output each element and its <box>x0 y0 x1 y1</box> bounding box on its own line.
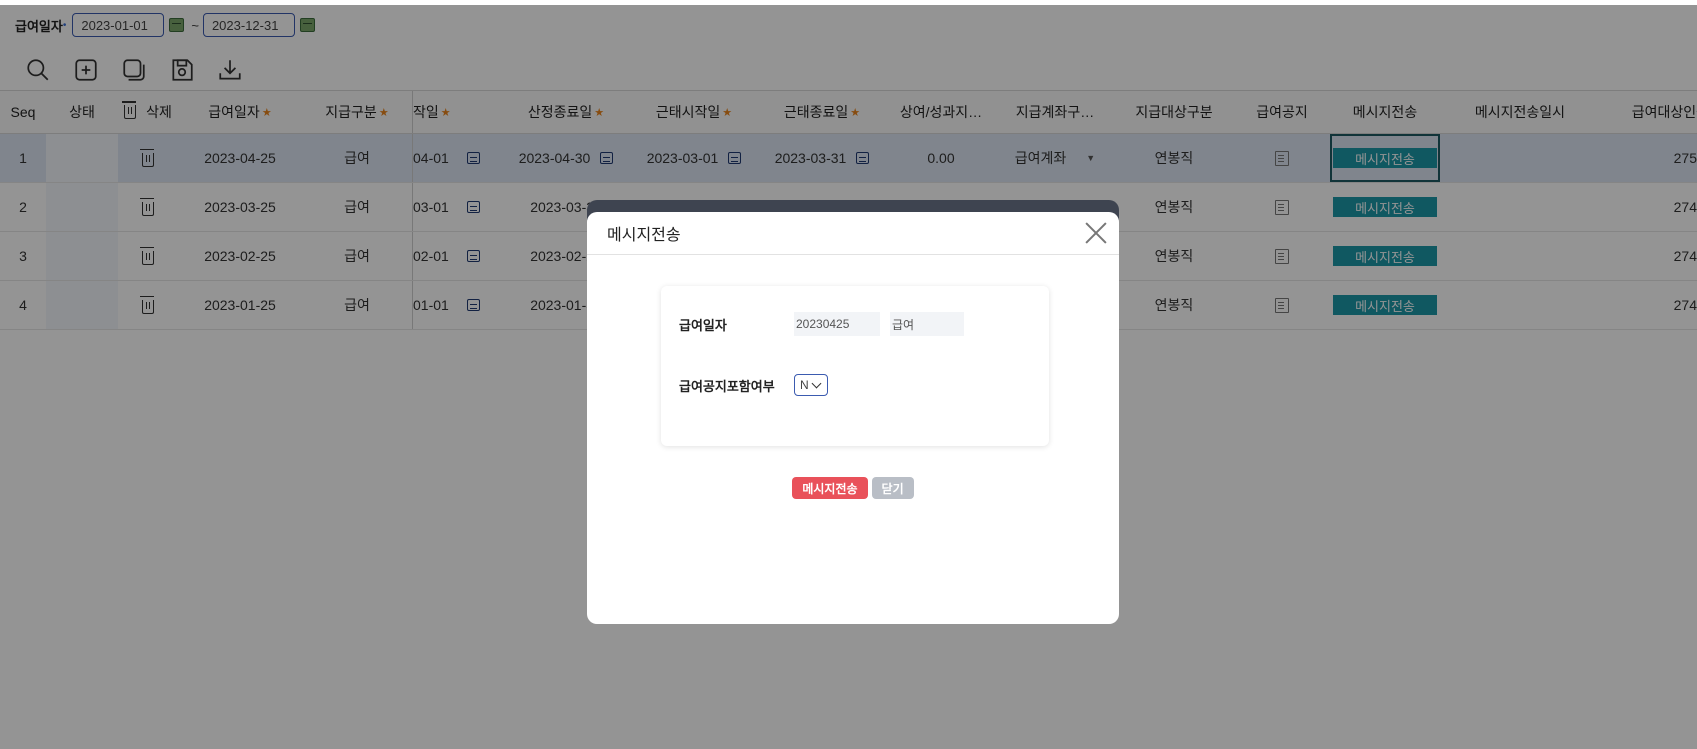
close-icon[interactable] <box>1085 222 1107 244</box>
send-message-button[interactable]: 메시지전송 <box>792 477 868 499</box>
include-notice-label: 급여공지포함여부 <box>679 378 775 394</box>
pay-date-row: 급여일자 20230425 급여 <box>679 312 964 336</box>
pay-type-field: 급여 <box>890 312 964 336</box>
close-button[interactable]: 닫기 <box>871 477 914 499</box>
include-notice-value: N <box>800 378 809 392</box>
pay-date-field: 20230425 <box>794 312 880 336</box>
include-notice-select[interactable]: N <box>794 374 828 396</box>
chevron-down-icon <box>811 378 822 388</box>
dialog-actions: 메시지전송 닫기 <box>587 477 1119 499</box>
pay-date-label: 급여일자 <box>679 317 727 333</box>
include-notice-row: 급여공지포함여부 N <box>679 374 828 396</box>
dialog-title: 메시지전송 <box>607 227 681 244</box>
message-send-dialog: 메시지전송 급여일자 20230425 급여 급여공지포함여부 N 메시지전송 … <box>587 212 1119 624</box>
dialog-form-card: 급여일자 20230425 급여 급여공지포함여부 N <box>661 286 1049 446</box>
dialog-header: 메시지전송 <box>587 212 1119 255</box>
